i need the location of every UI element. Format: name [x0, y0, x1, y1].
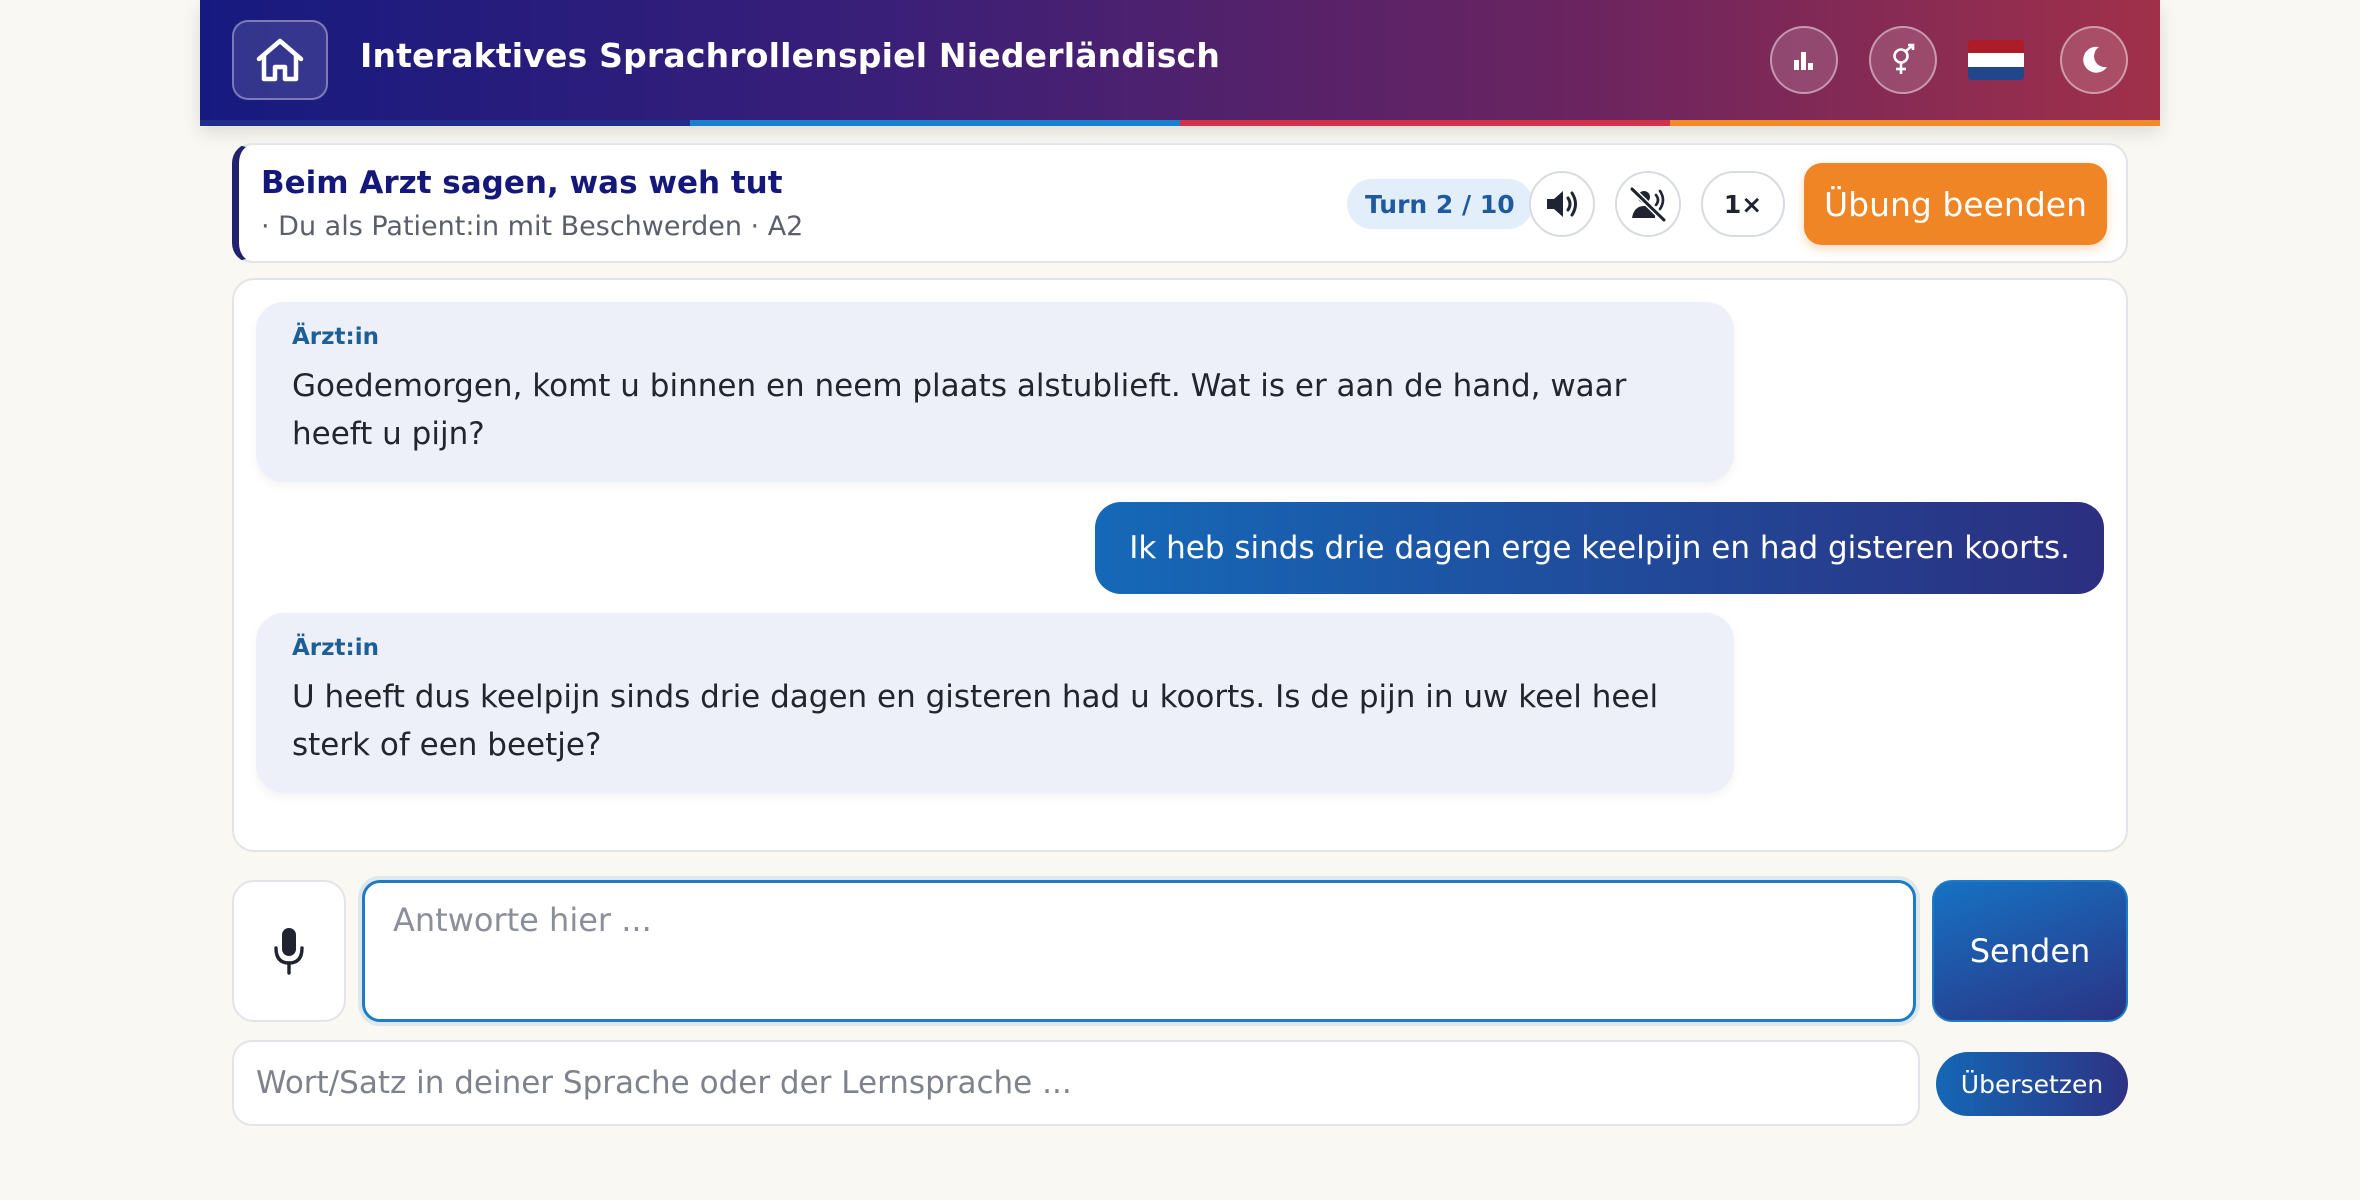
app-title: Interaktives Sprachrollenspiel Niederlän…	[360, 36, 1221, 75]
translate-button[interactable]: Übersetzen	[1936, 1052, 2128, 1116]
send-button[interactable]: Senden	[1932, 880, 2128, 1022]
translate-input[interactable]	[232, 1040, 1920, 1126]
mute-voice-button[interactable]	[1615, 171, 1681, 237]
scenario-title: Beim Arzt sagen, was weh tut	[261, 165, 783, 201]
microphone-icon	[274, 928, 304, 975]
message-speaker: Ärzt:in	[292, 635, 379, 661]
end-exercise-button[interactable]: Übung beenden	[1804, 163, 2107, 245]
voice-off-icon	[1629, 186, 1667, 222]
bot-message: Ärzt:in Goedemorgen, komt u binnen en ne…	[256, 302, 1734, 482]
microphone-button[interactable]	[232, 880, 346, 1022]
gender-icon	[1893, 43, 1915, 74]
answer-input[interactable]	[362, 880, 1916, 1022]
header-stripe	[200, 120, 2160, 126]
audio-button[interactable]	[1529, 171, 1595, 237]
home-button[interactable]	[232, 20, 328, 100]
scenario-bar: Beim Arzt sagen, was weh tut · Du als Pa…	[232, 143, 2128, 263]
scenario-subtitle: · Du als Patient:in mit Beschwerden · A2	[261, 211, 804, 242]
playback-speed-button[interactable]: 1×	[1701, 171, 1785, 237]
user-message: Ik heb sinds drie dagen erge keelpijn en…	[1095, 502, 2104, 594]
theme-toggle-button[interactable]	[2060, 26, 2128, 94]
speaker-icon	[1547, 191, 1577, 217]
stats-button[interactable]	[1770, 26, 1838, 94]
message-speaker: Ärzt:in	[292, 324, 379, 350]
app-header: Interaktives Sprachrollenspiel Niederlän…	[200, 0, 2160, 126]
bot-message: Ärzt:in U heeft dus keelpijn sinds drie …	[256, 613, 1734, 793]
message-text: Goedemorgen, komt u binnen en neem plaat…	[292, 368, 1627, 452]
home-icon	[256, 38, 304, 82]
netherlands-flag-icon[interactable]	[1968, 40, 2024, 80]
chat-panel: Ärzt:in Goedemorgen, komt u binnen en ne…	[232, 278, 2128, 852]
moon-icon	[2083, 46, 2107, 73]
bar-chart-icon	[1794, 52, 1813, 70]
message-text: U heeft dus keelpijn sinds drie dagen en…	[292, 679, 1659, 763]
gender-button[interactable]	[1869, 26, 1937, 94]
turn-counter-badge: Turn 2 / 10	[1347, 179, 1533, 229]
